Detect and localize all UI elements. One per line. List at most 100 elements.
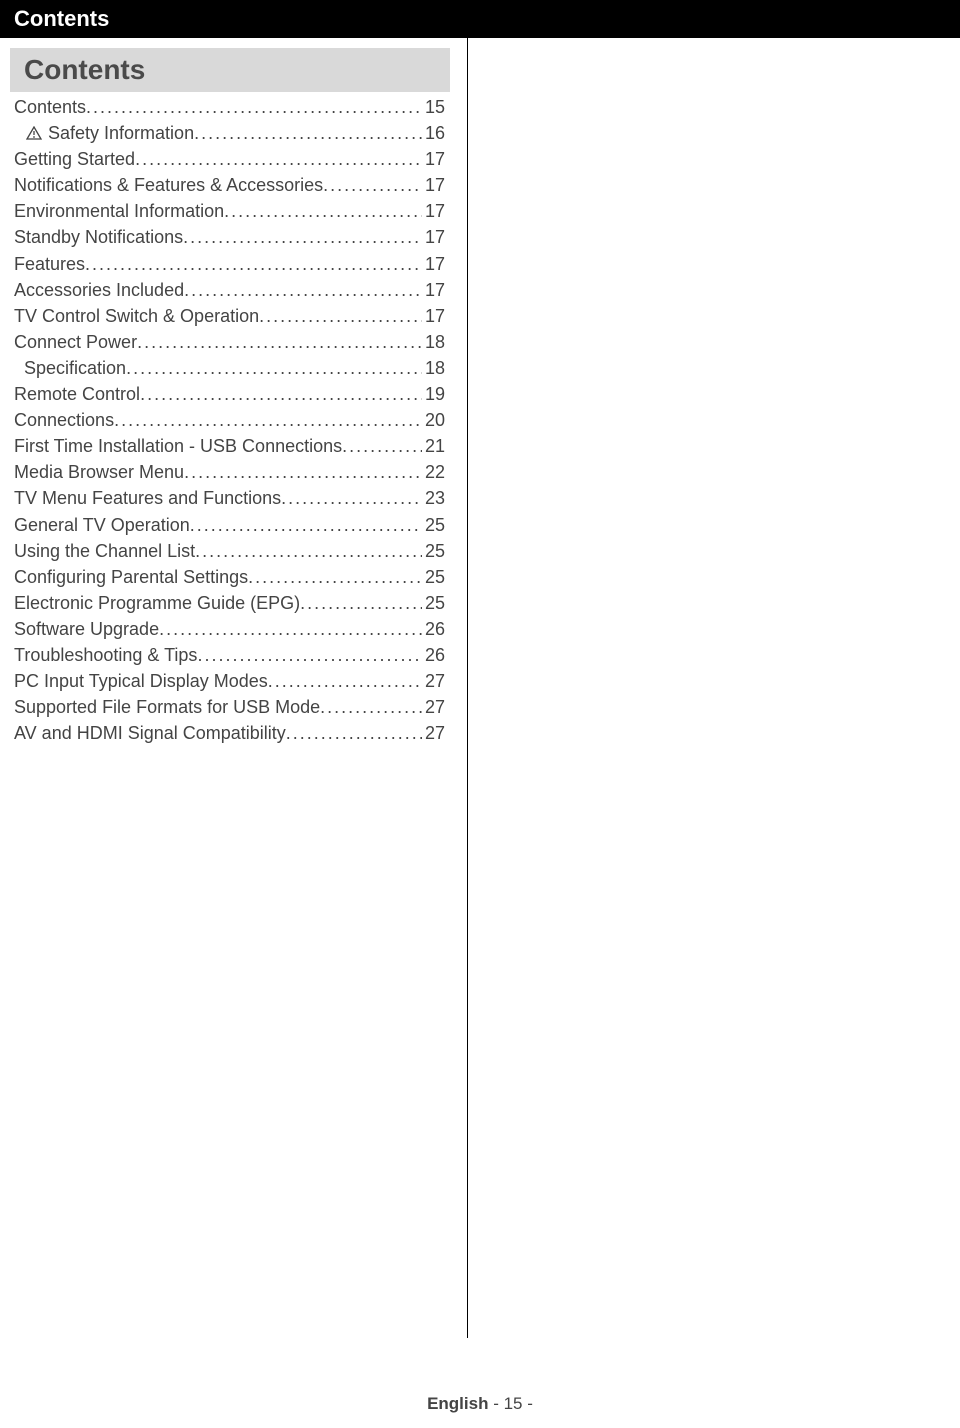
toc-item-page: 17 — [422, 224, 445, 250]
toc-leader-dots — [190, 512, 422, 538]
toc-leader-dots — [159, 616, 422, 642]
toc-leader-dots — [197, 642, 422, 668]
toc-item-title: General TV Operation — [14, 512, 190, 538]
toc-leader-dots — [184, 459, 422, 485]
toc-item-page: 17 — [422, 277, 445, 303]
toc-item-title: PC Input Typical Display Modes — [14, 668, 268, 694]
toc-item-page: 17 — [422, 198, 445, 224]
toc-leader-dots — [323, 172, 422, 198]
toc-item-page: 25 — [422, 512, 445, 538]
toc-item-title: TV Control Switch & Operation — [14, 303, 259, 329]
toc-item-page: 18 — [422, 355, 445, 381]
toc-item[interactable]: Electronic Programme Guide (EPG)25 — [14, 590, 445, 616]
toc-item[interactable]: Remote Control 19 — [14, 381, 445, 407]
toc-item[interactable]: Configuring Parental Settings 25 — [14, 564, 445, 590]
toc-item-title: Supported File Formats for USB Mode — [14, 694, 320, 720]
toc-item[interactable]: First Time Installation - USB Connection… — [14, 433, 445, 459]
toc-item-page: 16 — [422, 120, 445, 146]
toc-item-page: 23 — [422, 485, 445, 511]
toc-item-title: First Time Installation - USB Connection… — [14, 433, 342, 459]
toc-item-title: Standby Notifications — [14, 224, 183, 250]
toc-item-title: Troubleshooting & Tips — [14, 642, 197, 668]
toc-item-title: Features — [14, 251, 85, 277]
toc-leader-dots — [184, 277, 422, 303]
toc-item-page: 27 — [422, 720, 445, 746]
toc-leader-dots — [286, 720, 422, 746]
footer-page-number: 15 — [504, 1394, 523, 1413]
toc-item-page: 20 — [422, 407, 445, 433]
header-title: Contents — [14, 6, 109, 31]
toc-item-title: Connect Power — [14, 329, 137, 355]
toc-item[interactable]: Contents15 — [14, 94, 445, 120]
toc-item-page: 26 — [422, 642, 445, 668]
toc-item[interactable]: Using the Channel List 25 — [14, 538, 445, 564]
toc-item-title: Media Browser Menu — [14, 459, 184, 485]
toc-item[interactable]: Troubleshooting & Tips 26 — [14, 642, 445, 668]
toc-item[interactable]: Supported File Formats for USB Mode 27 — [14, 694, 445, 720]
toc-item-title: Configuring Parental Settings — [14, 564, 248, 590]
toc-item[interactable]: Standby Notifications 17 — [14, 224, 445, 250]
toc-item[interactable]: Notifications & Features & Accessories 17 — [14, 172, 445, 198]
toc-leader-dots — [195, 538, 422, 564]
toc-leader-dots — [342, 433, 422, 459]
toc-item-page: 19 — [422, 381, 445, 407]
toc-item-page: 27 — [422, 694, 445, 720]
footer-sep: - — [488, 1394, 503, 1413]
toc-leader-dots — [183, 224, 422, 250]
toc-item-page: 17 — [422, 251, 445, 277]
toc-item-page: 22 — [422, 459, 445, 485]
page-footer: English - 15 - — [0, 1394, 960, 1414]
toc-item-page: 25 — [422, 590, 445, 616]
left-column: Contents Contents15Safety Information16G… — [0, 38, 468, 1338]
right-column — [468, 38, 960, 1338]
toc-item-title: Accessories Included — [14, 277, 184, 303]
toc-leader-dots — [140, 381, 422, 407]
toc-item[interactable]: Specification18 — [14, 355, 445, 381]
footer-language: English — [427, 1394, 488, 1413]
toc-item[interactable]: General TV Operation 25 — [14, 512, 445, 538]
header-bar: Contents — [0, 0, 960, 38]
toc-item[interactable]: Connections 20 — [14, 407, 445, 433]
toc-leader-dots — [268, 668, 422, 694]
toc-item-page: 25 — [422, 538, 445, 564]
toc-item[interactable]: Connect Power18 — [14, 329, 445, 355]
toc-item[interactable]: Features 17 — [14, 251, 445, 277]
toc-leader-dots — [114, 407, 422, 433]
toc-item[interactable]: Safety Information16 — [14, 120, 445, 146]
toc-item[interactable]: TV Control Switch & Operation17 — [14, 303, 445, 329]
toc-leader-dots — [85, 251, 422, 277]
toc-item-title: Remote Control — [14, 381, 140, 407]
toc-leader-dots — [224, 198, 422, 224]
toc-item[interactable]: Getting Started17 — [14, 146, 445, 172]
table-of-contents: Contents15Safety Information16Getting St… — [0, 94, 455, 746]
toc-item[interactable]: AV and HDMI Signal Compatibility27 — [14, 720, 445, 746]
toc-item[interactable]: PC Input Typical Display Modes27 — [14, 668, 445, 694]
section-heading: Contents — [10, 48, 450, 92]
toc-leader-dots — [248, 564, 422, 590]
toc-item-page: 17 — [422, 172, 445, 198]
toc-leader-dots — [259, 303, 422, 329]
toc-item-title: Notifications & Features & Accessories — [14, 172, 323, 198]
toc-item-title: Getting Started — [14, 146, 135, 172]
toc-leader-dots — [86, 94, 422, 120]
toc-item-title: Connections — [14, 407, 114, 433]
toc-item-title: TV Menu Features and Functions — [14, 485, 281, 511]
toc-leader-dots — [194, 120, 422, 146]
toc-item[interactable]: Software Upgrade 26 — [14, 616, 445, 642]
warning-icon — [24, 120, 44, 146]
toc-item-page: 21 — [422, 433, 445, 459]
toc-item[interactable]: Accessories Included 17 — [14, 277, 445, 303]
toc-item-title: Software Upgrade — [14, 616, 159, 642]
toc-leader-dots — [135, 146, 422, 172]
toc-item-page: 25 — [422, 564, 445, 590]
toc-leader-dots — [137, 329, 422, 355]
toc-leader-dots — [320, 694, 422, 720]
toc-item-title: Environmental Information — [14, 198, 224, 224]
toc-item-title: Using the Channel List — [14, 538, 195, 564]
toc-leader-dots — [126, 355, 422, 381]
toc-item[interactable]: Environmental Information 17 — [14, 198, 445, 224]
toc-item[interactable]: Media Browser Menu 22 — [14, 459, 445, 485]
toc-item-page: 26 — [422, 616, 445, 642]
footer-suffix: - — [523, 1394, 533, 1413]
toc-item[interactable]: TV Menu Features and Functions 23 — [14, 485, 445, 511]
